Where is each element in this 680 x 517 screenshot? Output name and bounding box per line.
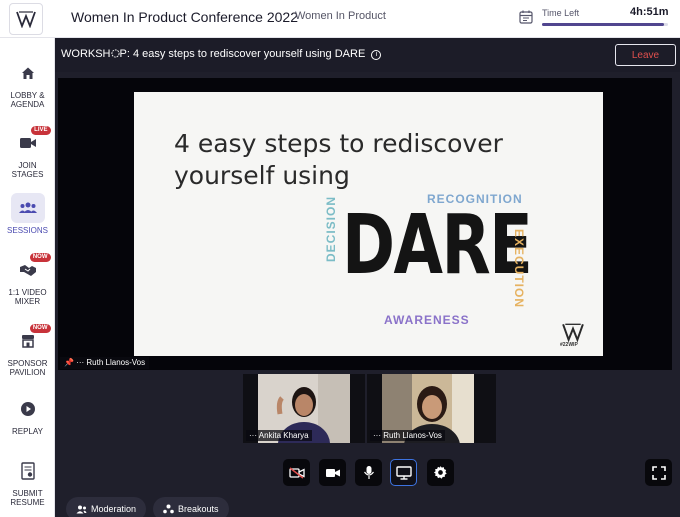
sidebar-item-sponsor-pavilion[interactable]: NOW SPONSOR PAVILION xyxy=(0,324,55,377)
slide-word-decision: DECISION xyxy=(324,195,338,262)
breakouts-icon xyxy=(163,504,174,514)
play-circle-icon xyxy=(11,394,45,424)
sidebar-item-sessions[interactable]: SESSIONS xyxy=(0,193,55,235)
participant-name: ··· Ankita Kharya xyxy=(246,430,312,441)
time-left-progress xyxy=(542,23,668,26)
top-bar: Women In Product Conference 2022 Women I… xyxy=(0,0,680,38)
slide-word-awareness: AWARENESS xyxy=(384,313,470,327)
sidebar-item-label: SUBMIT RESUME xyxy=(10,489,45,507)
people-group-icon xyxy=(10,193,45,223)
sidebar-item-label: 1:1 VIDEO MIXER xyxy=(8,288,47,306)
storefront-icon: NOW xyxy=(11,324,51,356)
fullscreen-button[interactable] xyxy=(645,459,672,486)
gear-icon xyxy=(433,465,447,479)
camera-off-button[interactable] xyxy=(283,459,310,486)
resume-document-icon xyxy=(11,456,45,486)
settings-button[interactable] xyxy=(427,459,454,486)
people-icon xyxy=(76,505,87,513)
sidebar-item-lobby[interactable]: LOBBY & AGENDA xyxy=(0,58,55,109)
time-left-value: 4h:51m xyxy=(630,6,669,18)
sidebar-item-submit-resume[interactable]: SUBMIT RESUME xyxy=(0,456,55,507)
video-camera-icon: LIVE xyxy=(11,126,51,158)
participant-name: ··· Ruth Llanos-Vos xyxy=(370,430,445,441)
main-video-stage[interactable]: 4 easy steps to rediscover yourself using… xyxy=(58,78,672,370)
microphone-button[interactable] xyxy=(355,459,382,486)
microphone-icon xyxy=(363,466,374,479)
breakouts-label: Breakouts xyxy=(178,504,219,514)
breakouts-button[interactable]: Breakouts xyxy=(153,497,229,517)
now-badge: NOW xyxy=(29,253,51,262)
sidebar-item-replay[interactable]: REPLAY xyxy=(0,394,55,436)
calendar-icon[interactable] xyxy=(518,9,534,25)
screen-share-button[interactable] xyxy=(390,459,417,486)
sidebar-item-label: SESSIONS xyxy=(7,226,48,235)
fullscreen-icon xyxy=(651,465,666,480)
info-icon[interactable]: i xyxy=(371,50,382,60)
sidebar-item-video-mixer[interactable]: NOW 1:1 VIDEO MIXER xyxy=(0,253,55,306)
slide-hashtag: #22WIP xyxy=(560,342,578,348)
slide-big-word: DARE xyxy=(342,198,533,293)
sidebar-item-label: LOBBY & AGENDA xyxy=(10,91,45,109)
slide-title: 4 easy steps to rediscover yourself using xyxy=(174,129,503,190)
wip-logo-icon xyxy=(16,11,36,28)
presenter-name-tag: 📌 ··· Ruth Llanos-Vos xyxy=(60,357,150,369)
camera-off-icon xyxy=(288,466,305,479)
home-icon xyxy=(11,58,45,88)
session-title: WORKSH P: 4 easy steps to rediscover your… xyxy=(61,48,382,60)
screen-share-icon xyxy=(395,465,412,480)
slide-word-execution: EXECUTION xyxy=(512,229,526,309)
live-badge: LIVE xyxy=(31,126,51,135)
handshake-icon: NOW xyxy=(11,253,51,285)
sidebar: LOBBY & AGENDA LIVE JOIN STAGES SESSIONS N… xyxy=(0,38,55,517)
wip-logo-icon xyxy=(562,323,584,343)
leave-button[interactable]: Leave xyxy=(615,44,676,66)
time-left-progress-fill xyxy=(542,23,665,26)
participant-tile[interactable]: ··· Ruth Llanos-Vos xyxy=(367,374,496,443)
sidebar-item-label: REPLAY xyxy=(12,427,43,436)
moderation-button[interactable]: Moderation xyxy=(66,497,147,517)
conference-title: Women In Product Conference 2022 xyxy=(71,9,298,25)
sidebar-item-label: JOIN STAGES xyxy=(11,161,44,179)
loading-spinner-icon xyxy=(110,49,120,58)
video-camera-icon xyxy=(325,468,340,477)
time-left-label: Time Left xyxy=(542,8,580,18)
stage-header: WORKSH P: 4 easy steps to rediscover your… xyxy=(55,38,680,72)
sidebar-item-join-stages[interactable]: LIVE JOIN STAGES xyxy=(0,126,55,179)
organizer-name: Women In Product xyxy=(295,10,386,22)
now-badge: NOW xyxy=(29,324,51,333)
participant-tile[interactable]: ··· Ankita Kharya xyxy=(243,374,365,443)
presentation-slide: 4 easy steps to rediscover yourself using… xyxy=(134,92,603,356)
event-logo[interactable] xyxy=(9,3,43,35)
pin-icon[interactable]: 📌 xyxy=(64,358,74,367)
moderation-label: Moderation xyxy=(91,504,137,514)
sidebar-item-label: SPONSOR PAVILION xyxy=(7,359,48,377)
camera-button[interactable] xyxy=(319,459,346,486)
